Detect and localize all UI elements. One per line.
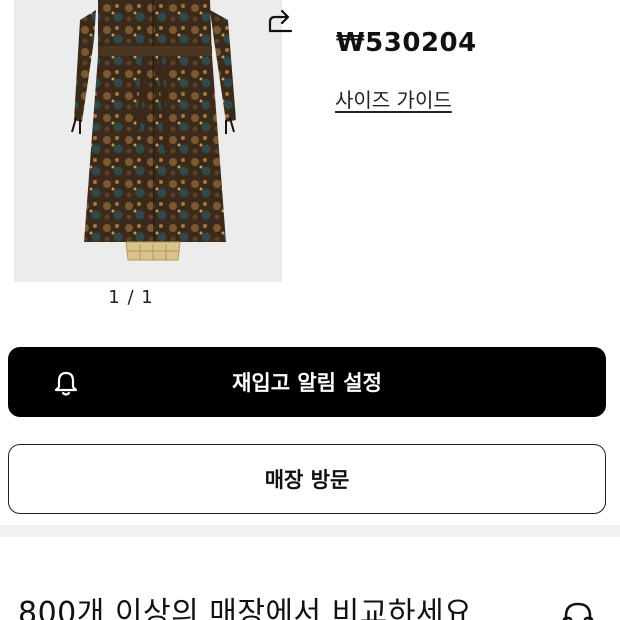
bell-icon	[54, 371, 78, 396]
restock-alert-label: 재입고 알림 설정	[232, 371, 382, 395]
headphones-icon[interactable]	[560, 598, 596, 620]
share-button[interactable]	[258, 2, 302, 42]
visit-store-button[interactable]: 매장 방문	[8, 444, 606, 514]
size-guide-link[interactable]: 사이즈 가이드	[335, 84, 452, 113]
image-pager: 1 / 1	[108, 287, 154, 308]
compare-stores-heading: 800개 이상의 매장에서 비교하세요	[18, 596, 473, 620]
product-detail-page: 1 / 1 ₩530204 사이즈 가이드 재입고 알림 설정 매장 방문 80…	[0, 0, 620, 620]
section-divider	[0, 525, 620, 537]
restock-alert-button[interactable]: 재입고 알림 설정	[8, 347, 606, 417]
visit-store-label: 매장 방문	[264, 468, 350, 492]
product-image[interactable]	[14, 0, 282, 282]
product-price: ₩530204	[336, 28, 477, 58]
share-icon	[268, 9, 293, 33]
